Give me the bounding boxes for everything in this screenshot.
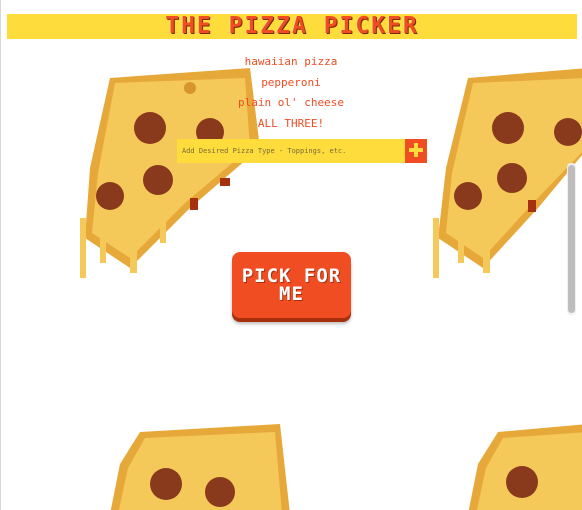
pick-button-label: PICK FOR ME bbox=[241, 265, 342, 305]
scrollbar[interactable] bbox=[567, 163, 576, 315]
plus-icon bbox=[409, 142, 423, 161]
pizza-options-list: hawaiian pizza pepperoni plain ol' chees… bbox=[0, 52, 582, 134]
pizza-type-input[interactable] bbox=[177, 139, 405, 163]
add-button[interactable] bbox=[405, 139, 427, 163]
title-banner: THE PIZZA PICKER bbox=[7, 14, 577, 39]
pizza-slice-bottom-right bbox=[458, 424, 582, 510]
option-all-three[interactable]: ALL THREE! bbox=[0, 114, 582, 135]
option-hawaiian[interactable]: hawaiian pizza bbox=[0, 52, 582, 73]
pick-for-me-button[interactable]: PICK FOR ME bbox=[232, 252, 351, 318]
add-pizza-form bbox=[177, 139, 427, 163]
scrollbar-thumb[interactable] bbox=[568, 165, 575, 313]
option-pepperoni[interactable]: pepperoni bbox=[0, 73, 582, 94]
pizza-slice-bottom-left bbox=[100, 424, 300, 510]
app-title: THE PIZZA PICKER bbox=[165, 13, 419, 39]
option-cheese[interactable]: plain ol' cheese bbox=[0, 93, 582, 114]
